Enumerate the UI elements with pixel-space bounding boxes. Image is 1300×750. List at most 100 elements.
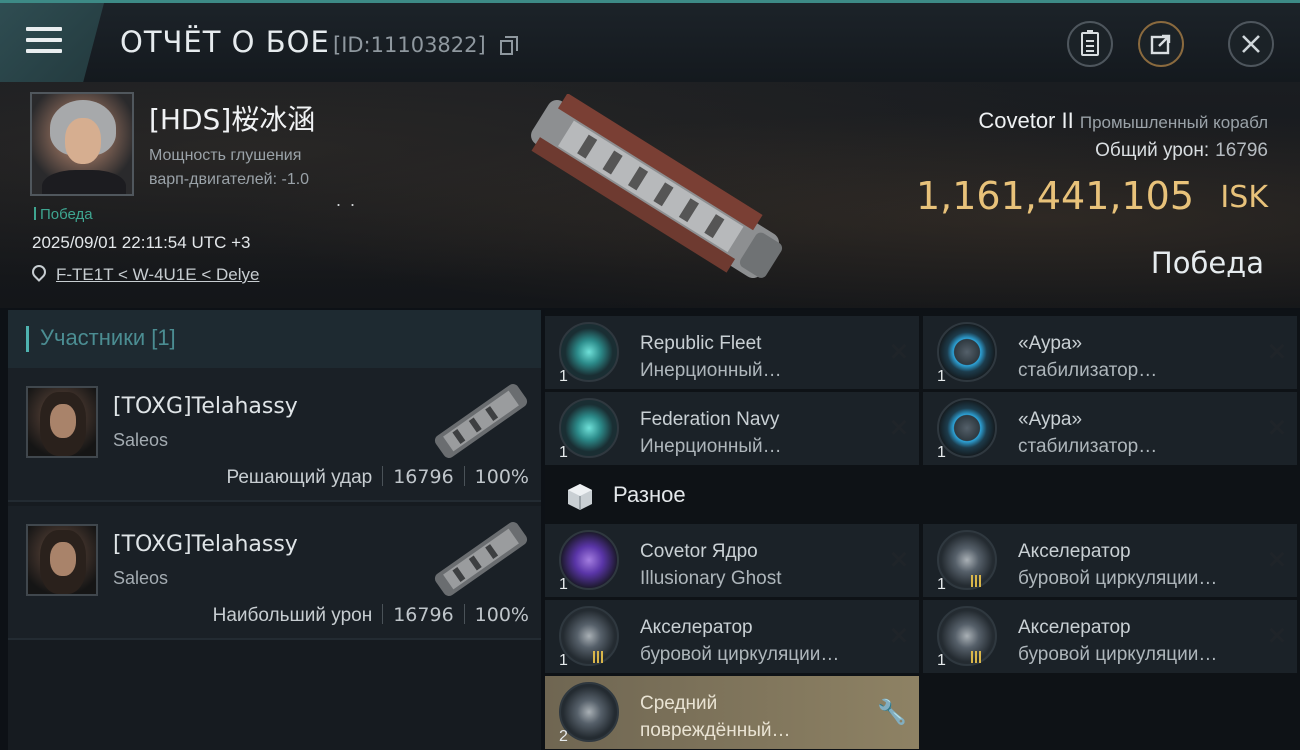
kill-summary-panel: [HDS]桜冰涵 Мощность глушения варп-двигател…: [0, 82, 1300, 308]
total-damage: Общий урон: 16796: [1095, 140, 1268, 162]
participant-ship-image: [434, 522, 528, 596]
wrench-icon: 🔧: [877, 699, 907, 726]
battle-result: Победа: [1150, 246, 1264, 280]
item-slot[interactable]: 1 Federation Navy Инерционный… ✕: [545, 392, 919, 465]
tier-stripes-icon: [593, 650, 607, 664]
participant-damage: 16796: [393, 466, 454, 488]
hamburger-menu-icon: [26, 27, 62, 55]
item-slot[interactable]: 1 Covetor Ядро Illusionary Ghost ✕: [545, 524, 919, 597]
ship-name-text: Covetor II: [978, 108, 1074, 133]
inertial-stabilizer-icon: [559, 398, 619, 458]
item-slot[interactable]: 1 Акселератор буровой циркуляции… ✕: [545, 600, 919, 673]
item-name-line1: Covetor Ядро: [640, 541, 758, 562]
item-quantity: 1: [559, 576, 568, 593]
participant-role: Наибольший урон: [212, 605, 373, 626]
misc-section-label: Разное: [613, 482, 686, 507]
item-quantity: 1: [559, 652, 568, 669]
item-name-line2: повреждённый…: [640, 720, 791, 741]
participant-percent: 100%: [474, 604, 529, 626]
participant-row[interactable]: [TOXG]Telahassy Saleos Решающий удар 1679…: [8, 368, 541, 502]
item-name-line2: стабилизатор…: [1018, 360, 1158, 381]
menu-button[interactable]: [0, 3, 104, 82]
participant-damage: 16796: [393, 604, 454, 626]
kill-location[interactable]: F-TE1T < W-4U1E < Delye: [29, 262, 259, 285]
items-panel: 1 Republic Fleet Инерционный… ✕ 1 «Аура»…: [545, 310, 1300, 750]
item-quantity: 1: [937, 368, 946, 385]
item-name-line2: Инерционный…: [640, 360, 782, 381]
participant-role: Решающий удар: [226, 467, 373, 488]
item-name-line2: буровой циркуляции…: [640, 644, 840, 665]
item-quantity: 1: [937, 444, 946, 461]
item-slot[interactable]: 1 «Аура» стабилизатор… ✕: [923, 392, 1297, 465]
aura-stabilizer-icon: [937, 322, 997, 382]
share-button[interactable]: [1138, 21, 1184, 67]
core-icon: [559, 530, 619, 590]
item-name-line1: «Аура»: [1018, 333, 1083, 354]
item-name-line1: «Аура»: [1018, 409, 1083, 430]
participants-header[interactable]: Участники [1]: [8, 310, 541, 368]
item-quantity: 2: [559, 728, 568, 745]
more-dots[interactable]: . .: [336, 190, 357, 211]
participant-ship: Saleos: [113, 430, 169, 450]
participant-percent: 100%: [474, 466, 529, 488]
item-name-line2: Illusionary Ghost: [640, 568, 782, 589]
victim-ship-name[interactable]: Covetor II Промышленный корабл: [978, 108, 1268, 134]
top-bar: ОТЧЁТ О БОЕ [ID:11103822]: [0, 0, 1300, 82]
aura-stabilizer-icon: [937, 398, 997, 458]
header-accent-bar: [26, 326, 29, 352]
location-link[interactable]: F-TE1T < W-4U1E < Delye: [56, 265, 259, 284]
participant-stats: Наибольший урон 16796 100%: [213, 604, 529, 627]
inertial-stabilizer-icon: [559, 322, 619, 382]
item-name-line1: Republic Fleet: [640, 333, 762, 354]
damage-label: Общий урон:: [1095, 140, 1210, 161]
isk-unit: ISK: [1220, 180, 1268, 215]
item-name-line2: Инерционный…: [640, 436, 782, 457]
item-slot[interactable]: 1 Акселератор буровой циркуляции… ✕: [923, 524, 1297, 597]
location-pin-icon: [29, 262, 49, 282]
close-button[interactable]: [1228, 21, 1274, 67]
item-name-line1: Акселератор: [1018, 617, 1131, 638]
item-slot[interactable]: 1 Republic Fleet Инерционный… ✕: [545, 316, 919, 389]
accelerator-icon: [559, 606, 619, 666]
victim-description: Мощность глушения варп-двигателей: -1.0: [149, 144, 369, 192]
ship-class-text: Промышленный корабл: [1079, 113, 1268, 132]
item-name-line2: буровой циркуляции…: [1018, 644, 1218, 665]
victory-status: Победа: [34, 206, 93, 223]
participant-avatar[interactable]: [26, 386, 98, 458]
destroyed-icon: ✕: [888, 547, 909, 574]
victim-ship-image[interactable]: [510, 94, 800, 284]
victim-name[interactable]: [HDS]桜冰涵: [149, 98, 315, 138]
destroyed-icon: ✕: [1266, 415, 1287, 442]
tier-stripes-icon: [971, 574, 985, 588]
item-slot-dropped[interactable]: 2 Средний повреждённый… 🔧: [545, 676, 919, 749]
participant-row[interactable]: [TOXG]Telahassy Saleos Наибольший урон 16…: [8, 506, 541, 640]
item-name-line2: стабилизатор…: [1018, 436, 1158, 457]
desc-line-2: варп-двигателей: -1.0: [149, 171, 310, 188]
item-quantity: 1: [559, 368, 568, 385]
item-slot[interactable]: 1 Акселератор буровой циркуляции… ✕: [923, 600, 1297, 673]
accelerator-icon: [937, 530, 997, 590]
item-quantity: 1: [937, 576, 946, 593]
participants-header-label: Участники [1]: [40, 325, 176, 350]
victim-portrait[interactable]: [30, 92, 134, 196]
destroyed-icon: ✕: [888, 415, 909, 442]
cube-icon: [568, 484, 592, 510]
participant-ship: Saleos: [113, 568, 169, 588]
kill-datetime: 2025/09/01 22:11:54 UTC +3: [32, 233, 251, 252]
item-name-line2: буровой циркуляции…: [1018, 568, 1218, 589]
item-quantity: 1: [559, 444, 568, 461]
copy-id-icon[interactable]: [500, 36, 518, 55]
damage-value: 16796: [1215, 140, 1268, 161]
close-icon: [1242, 35, 1260, 53]
report-id: [ID:11103822]: [333, 33, 486, 57]
destroyed-icon: ✕: [1266, 623, 1287, 650]
participant-name: [TOXG]Telahassy: [113, 532, 298, 557]
participant-ship-image: [434, 384, 528, 458]
damaged-module-icon: [559, 682, 619, 742]
participant-name: [TOXG]Telahassy: [113, 394, 298, 419]
tier-stripes-icon: [971, 650, 985, 664]
clipboard-button[interactable]: [1067, 21, 1113, 67]
item-slot[interactable]: 1 «Аура» стабилизатор… ✕: [923, 316, 1297, 389]
participant-avatar[interactable]: [26, 524, 98, 596]
item-name-line1: Акселератор: [640, 617, 753, 638]
